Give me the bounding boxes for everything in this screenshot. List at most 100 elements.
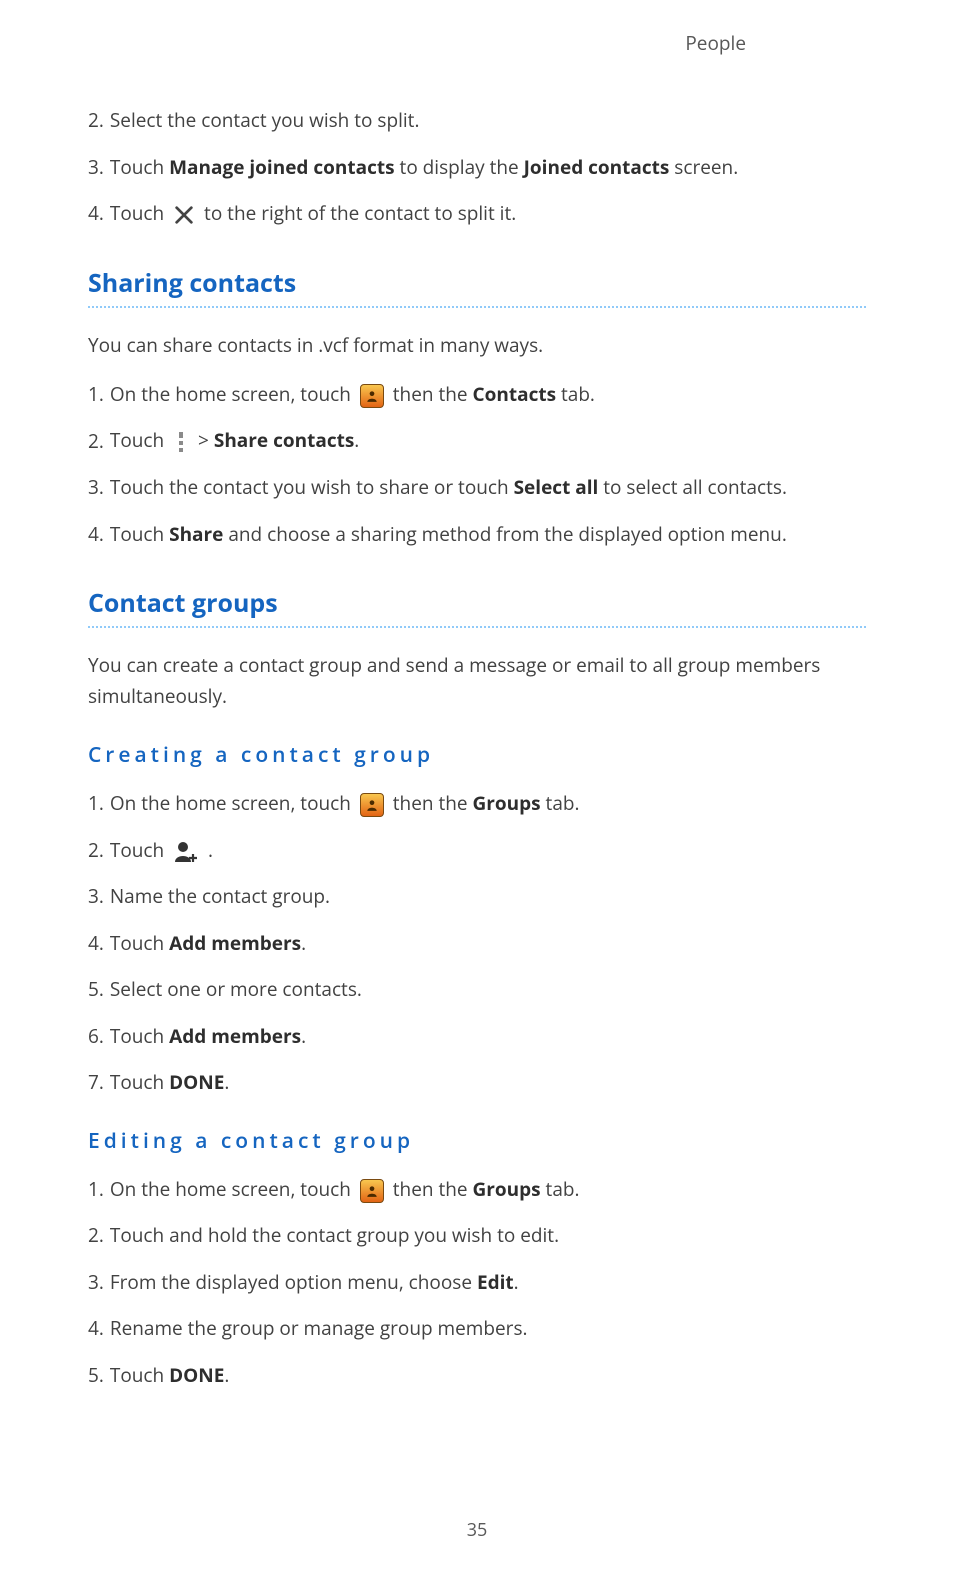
step-text: tab. (541, 1176, 580, 1202)
step-bold: Manage joined contacts (169, 154, 395, 180)
step-number: 6. (88, 1022, 104, 1051)
step-number: 4. (88, 929, 104, 958)
step-bold: Add members (169, 930, 301, 956)
step-item: 2.Touch . (88, 836, 866, 865)
step-text: screen. (669, 154, 738, 180)
step-item: 3.Touch the contact you wish to share or… (88, 473, 866, 502)
step-text: Touch (110, 837, 169, 863)
step-body: Touch the contact you wish to share or t… (110, 473, 787, 502)
step-body: Select the contact you wish to split. (110, 106, 420, 135)
groups-intro: You can create a contact group and send … (88, 650, 866, 711)
step-body: Touch Add members. (110, 929, 306, 958)
step-number: 7. (88, 1068, 104, 1097)
step-text: Touch (110, 930, 169, 956)
step-bold: Share (169, 521, 223, 547)
step-text: On the home screen, touch (110, 790, 356, 816)
section-title-groups: Contact groups (88, 586, 866, 620)
running-header-text: People (685, 30, 746, 56)
step-text: and choose a sharing method from the dis… (223, 521, 786, 547)
step-text: tab. (556, 381, 595, 407)
step-text: to the right of the contact to split it. (199, 200, 516, 226)
step-text: Touch (110, 154, 169, 180)
step-item: 7.Touch DONE. (88, 1068, 866, 1097)
step-text: Rename the group or manage group members… (110, 1315, 528, 1341)
step-item: 3.Name the contact group. (88, 882, 866, 911)
step-item: 4.Rename the group or manage group membe… (88, 1314, 866, 1343)
step-text: On the home screen, touch (110, 381, 356, 407)
step-bold: Groups (473, 790, 541, 816)
step-text: Touch (110, 521, 169, 547)
overflow-menu-icon (173, 429, 189, 455)
step-number: 5. (88, 1361, 104, 1390)
step-bold: Add members (169, 1023, 301, 1049)
step-body: On the home screen, touch then the Conta… (110, 380, 595, 409)
step-number: 3. (88, 473, 104, 502)
step-text: Touch (110, 1069, 169, 1095)
step-text: Name the contact group. (110, 883, 330, 909)
step-number: 2. (88, 427, 104, 456)
step-bold: Joined contacts (524, 154, 670, 180)
step-text: . (301, 1023, 306, 1049)
step-item: 4.Touch Share and choose a sharing metho… (88, 520, 866, 549)
contacts-app-icon (360, 793, 384, 817)
step-number: 5. (88, 975, 104, 1004)
step-text: then the (388, 381, 473, 407)
step-number: 3. (88, 882, 104, 911)
step-text: Touch (110, 1362, 169, 1388)
step-item: 5.Select one or more contacts. (88, 975, 866, 1004)
step-text: . (354, 427, 359, 453)
step-text: tab. (541, 790, 580, 816)
step-body: Touch to the right of the contact to spl… (110, 199, 516, 228)
step-number: 4. (88, 1314, 104, 1343)
step-text: From the displayed option menu, choose (110, 1269, 477, 1295)
step-body: On the home screen, touch then the Group… (110, 789, 580, 818)
subsection-creating: Creating a contact group (88, 741, 866, 769)
step-item: 4.Touch to the right of the contact to s… (88, 199, 866, 228)
step-number: 4. (88, 520, 104, 549)
step-text: . (224, 1069, 229, 1095)
step-body: From the displayed option menu, choose E… (110, 1268, 519, 1297)
add-group-icon (173, 840, 199, 864)
step-item: 4.Touch Add members. (88, 929, 866, 958)
step-text: . (203, 837, 213, 863)
step-item: 2.Touch > Share contacts. (88, 426, 866, 455)
section-separator (88, 306, 866, 308)
step-bold: Select all (514, 474, 599, 500)
creating-steps: 1.On the home screen, touch then the Gro… (88, 789, 866, 1097)
step-number: 2. (88, 1221, 104, 1250)
step-number: 1. (88, 1175, 104, 1204)
step-bold: DONE (169, 1362, 224, 1388)
step-text: to display the (395, 154, 524, 180)
step-item: 6.Touch Add members. (88, 1022, 866, 1051)
step-body: Touch DONE. (110, 1068, 230, 1097)
step-bold: Contacts (473, 381, 557, 407)
step-body: Select one or more contacts. (110, 975, 362, 1004)
sharing-intro: You can share contacts in .vcf format in… (88, 330, 866, 360)
contacts-app-icon (360, 384, 384, 408)
step-text: Touch (110, 1023, 169, 1049)
step-text: . (301, 930, 306, 956)
step-bold: DONE (169, 1069, 224, 1095)
step-text: Select the contact you wish to split. (110, 107, 420, 133)
step-body: Touch Share and choose a sharing method … (110, 520, 787, 549)
step-body: Touch and hold the contact group you wis… (110, 1221, 559, 1250)
step-body: Rename the group or manage group members… (110, 1314, 528, 1343)
step-text: Touch the contact you wish to share or t… (110, 474, 514, 500)
step-text: Touch (110, 427, 169, 453)
step-item: 1.On the home screen, touch then the Con… (88, 380, 866, 409)
step-number: 1. (88, 789, 104, 818)
step-text: Touch and hold the contact group you wis… (110, 1222, 559, 1248)
page-number: 35 (0, 1518, 954, 1542)
step-number: 1. (88, 380, 104, 409)
step-item: 3.From the displayed option menu, choose… (88, 1268, 866, 1297)
step-text: to select all contacts. (598, 474, 787, 500)
section-title-sharing: Sharing contacts (88, 266, 866, 300)
step-number: 3. (88, 1268, 104, 1297)
step-text: . (514, 1269, 519, 1295)
editing-steps: 1.On the home screen, touch then the Gro… (88, 1175, 866, 1390)
running-header: People (88, 30, 866, 56)
intro-steps: 2.Select the contact you wish to split.3… (88, 106, 866, 228)
step-number: 2. (88, 106, 104, 135)
x-icon (173, 204, 195, 226)
step-item: 1.On the home screen, touch then the Gro… (88, 1175, 866, 1204)
